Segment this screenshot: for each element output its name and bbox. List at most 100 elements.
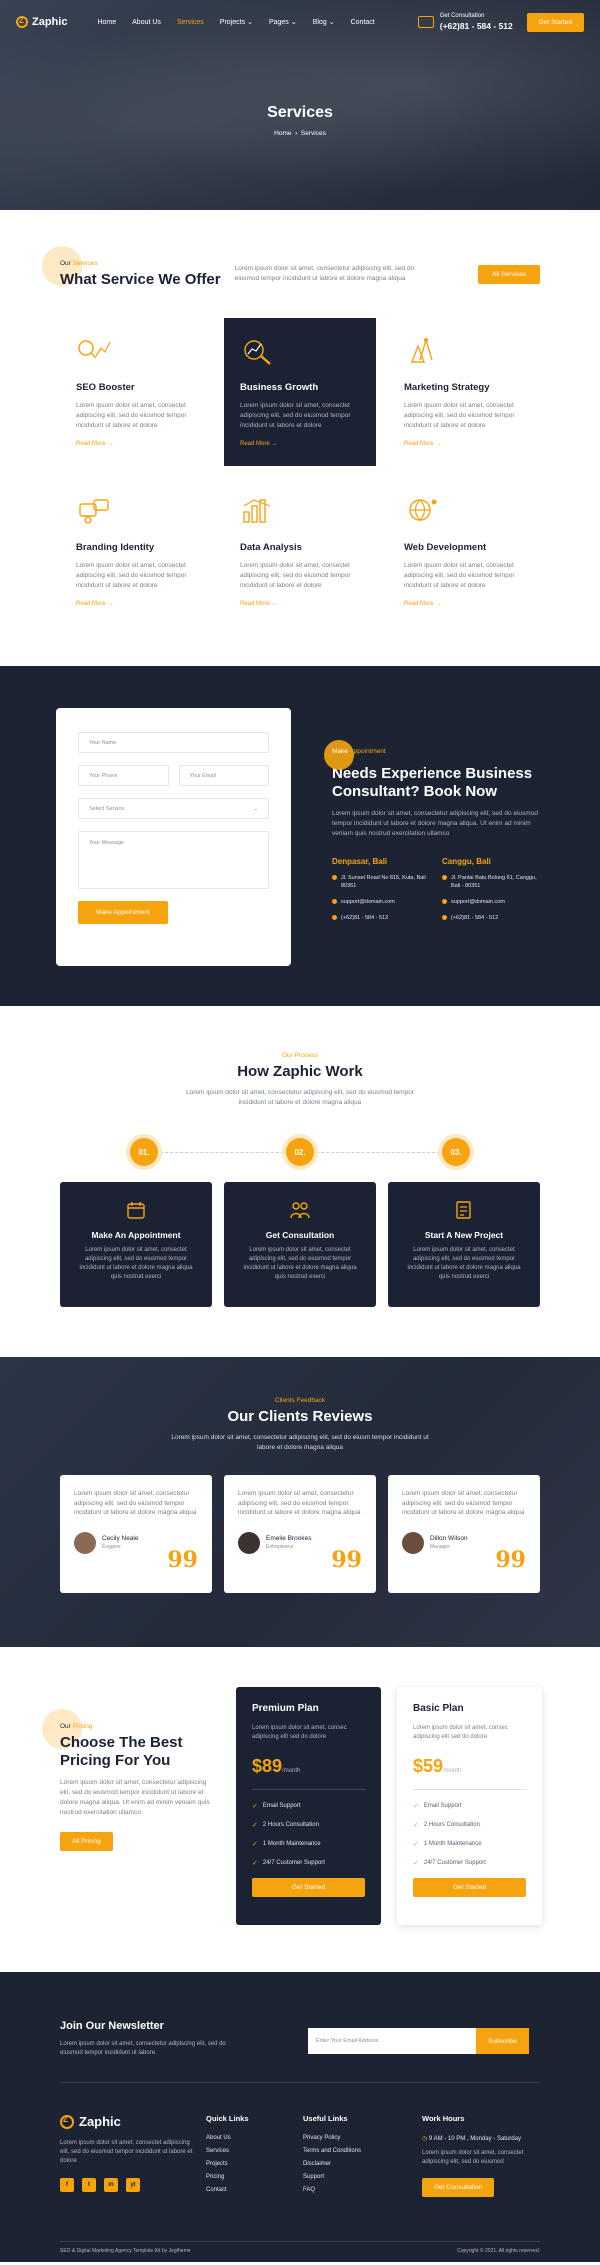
- appointment-title: Needs Experience Business Consultant? Bo…: [332, 765, 533, 800]
- breadcrumb-home[interactable]: Home: [274, 130, 291, 137]
- location-phone[interactable]: (+62)81 - 584 - 512: [442, 914, 544, 922]
- plan-feature: ✓ Email Support: [413, 1802, 526, 1810]
- newsletter-email-input[interactable]: Enter Your Email Address: [308, 2028, 476, 2054]
- plan-get-started-button[interactable]: Get Started: [413, 1878, 526, 1897]
- message-field[interactable]: Your Message: [78, 831, 269, 889]
- youtube-icon[interactable]: yt: [126, 2178, 140, 2192]
- seo-icon: [78, 340, 111, 359]
- read-more-link[interactable]: Read More →: [404, 441, 524, 447]
- hero-banner: Zaphic Home About Us Services Projects⌄ …: [0, 0, 600, 210]
- read-more-link[interactable]: Read More →: [404, 601, 524, 607]
- read-more-link[interactable]: Read More →: [240, 441, 360, 447]
- step-number: 01.: [130, 1138, 158, 1166]
- plan-get-started-button[interactable]: Get Started: [252, 1878, 365, 1897]
- services-section: Our Services What Service We Offer Lorem…: [0, 210, 600, 666]
- twitter-icon[interactable]: t: [82, 2178, 96, 2192]
- all-pricing-button[interactable]: All Pricing: [60, 1832, 113, 1851]
- copyright-right: Copyright © 2021. All rights reserved.: [457, 2248, 540, 2254]
- footer-link[interactable]: About Us: [206, 2135, 249, 2141]
- service-card[interactable]: Branding Identity Lorem ipsum dolor sit …: [60, 478, 212, 626]
- footer-link[interactable]: Services: [206, 2148, 249, 2154]
- consultation-contact[interactable]: Get Consultation (+62)81 - 584 - 512: [417, 13, 513, 31]
- process-card-text: Lorem ipsum dolor sit amet, consectet ad…: [79, 1247, 193, 1280]
- read-more-link[interactable]: Read More →: [240, 601, 360, 607]
- nav-item-home[interactable]: Home: [97, 18, 116, 26]
- logo[interactable]: Zaphic: [16, 16, 67, 28]
- phone-field[interactable]: Your Phone: [78, 765, 169, 786]
- get-consultation-button[interactable]: Get Consultation: [422, 2178, 495, 2197]
- nav-item-blog[interactable]: Blog ⌄: [313, 18, 335, 27]
- nav-item-pages-label: Pages: [268, 18, 289, 26]
- service-select[interactable]: Select Service ⌄: [78, 798, 269, 819]
- read-more-link[interactable]: Read More →: [76, 601, 196, 607]
- read-more-link[interactable]: Read More →: [76, 441, 196, 447]
- read-more-label: Read More: [240, 601, 270, 607]
- subscribe-button[interactable]: Subscribe: [476, 2028, 529, 2054]
- name-field[interactable]: Your Name: [78, 732, 269, 753]
- feature-text: 24/7 Customer Support: [423, 1860, 486, 1866]
- basic-plan-card: Basic Plan Lorem ipsum dolor sit amet, c…: [397, 1687, 542, 1925]
- section-title: Our Clients Reviews: [227, 1408, 373, 1425]
- footer-about-text: Lorem ipsum dolor sit amet, consectet ad…: [60, 2140, 193, 2164]
- copyright-left: SEO & Digital Marketing Agency Template …: [60, 2248, 191, 2254]
- footer-link[interactable]: Contact: [206, 2187, 249, 2193]
- service-text: Lorem ipsum dolor sit amet, consectet ad…: [76, 402, 187, 429]
- nav-item-projects[interactable]: Projects ⌄: [220, 18, 253, 27]
- check-icon: ✓: [413, 1841, 419, 1848]
- footer-link[interactable]: Privacy Policy: [303, 2135, 361, 2141]
- section-tag: Clients Feedback: [274, 1397, 326, 1404]
- footer-link[interactable]: Disclaimer: [303, 2161, 361, 2167]
- main-menu: Home About Us Services Projects ⌄ Pages ⌄ …: [97, 18, 375, 27]
- tag-prefix: Our: [60, 1723, 71, 1730]
- plan-feature: ✓ 24/7 Customer Support: [413, 1859, 526, 1867]
- reviewer-name: Dillon Wilson: [430, 1535, 468, 1542]
- service-card[interactable]: Web Development Lorem ipsum dolor sit am…: [388, 478, 540, 626]
- location-phone[interactable]: (+62)81 - 584 - 512: [332, 914, 434, 922]
- chevron-down-icon: ⌄: [247, 19, 253, 26]
- price-value: $59: [413, 1756, 444, 1776]
- nav-item-pages[interactable]: Pages ⌄: [268, 18, 297, 27]
- plan-name: Basic Plan: [413, 1703, 464, 1714]
- footer-link[interactable]: Terms and Conditions: [303, 2148, 361, 2154]
- plan-name: Premium Plan: [252, 1703, 319, 1714]
- instagram-icon[interactable]: in: [104, 2178, 118, 2192]
- facebook-icon[interactable]: f: [60, 2178, 74, 2192]
- process-card-title: Get Consultation: [265, 1230, 335, 1240]
- footer-logo[interactable]: Zaphic: [60, 2114, 200, 2129]
- newsletter-title: Join Our Newsletter: [60, 2020, 164, 2032]
- footer-link[interactable]: FAQ: [303, 2187, 361, 2193]
- footer-link[interactable]: Projects: [206, 2161, 249, 2167]
- service-card[interactable]: Data Analysis Lorem ipsum dolor sit amet…: [224, 478, 376, 626]
- consultation-label: Get Consultation: [439, 13, 485, 19]
- footer-about: Zaphic Lorem ipsum dolor sit amet, conse…: [60, 2114, 200, 2192]
- footer-link[interactable]: Support: [303, 2174, 361, 2180]
- section-lead: Lorem ipsum dolor sit amet, consectetur …: [171, 1434, 429, 1451]
- plan-feature: ✓ Email Support: [252, 1802, 365, 1810]
- service-title: Data Analysis: [240, 542, 302, 553]
- plan-feature: ✓ 2 Hours Consultation: [413, 1821, 526, 1829]
- tag-prefix: Our: [60, 260, 71, 267]
- quote-icon: 99: [495, 1547, 526, 1573]
- growth-icon: [244, 340, 271, 365]
- email-field[interactable]: Your Email: [178, 765, 269, 786]
- feature-text: 1 Month Maintenance: [262, 1841, 321, 1847]
- nav-item-about[interactable]: About Us: [132, 18, 161, 26]
- service-card-active[interactable]: Business Growth Lorem ipsum dolor sit am…: [224, 318, 376, 466]
- location-email[interactable]: support@domain.com: [332, 898, 434, 906]
- service-card[interactable]: Marketing Strategy Lorem ipsum dolor sit…: [388, 318, 540, 466]
- footer-link[interactable]: Pricing: [206, 2174, 249, 2180]
- service-card[interactable]: SEO Booster Lorem ipsum dolor sit amet, …: [60, 318, 212, 466]
- quick-links-title: Quick Links: [206, 2114, 249, 2123]
- location-email[interactable]: support@domain.com: [442, 898, 544, 906]
- clock-icon: ◷: [422, 2136, 428, 2142]
- data-analysis-icon: [243, 499, 271, 523]
- get-started-button[interactable]: Get Started: [526, 12, 584, 32]
- nav-item-services[interactable]: Services: [177, 18, 204, 26]
- people-icon: [290, 1202, 310, 1219]
- nav-item-contact[interactable]: Contact: [351, 18, 375, 26]
- check-icon: ✓: [413, 1803, 419, 1810]
- chat-icon: [417, 16, 434, 28]
- process-card: Get Consultation Lorem ipsum dolor sit a…: [224, 1182, 376, 1307]
- make-appointment-button[interactable]: Make Appointment: [78, 901, 168, 924]
- all-services-button[interactable]: All Services: [478, 264, 540, 284]
